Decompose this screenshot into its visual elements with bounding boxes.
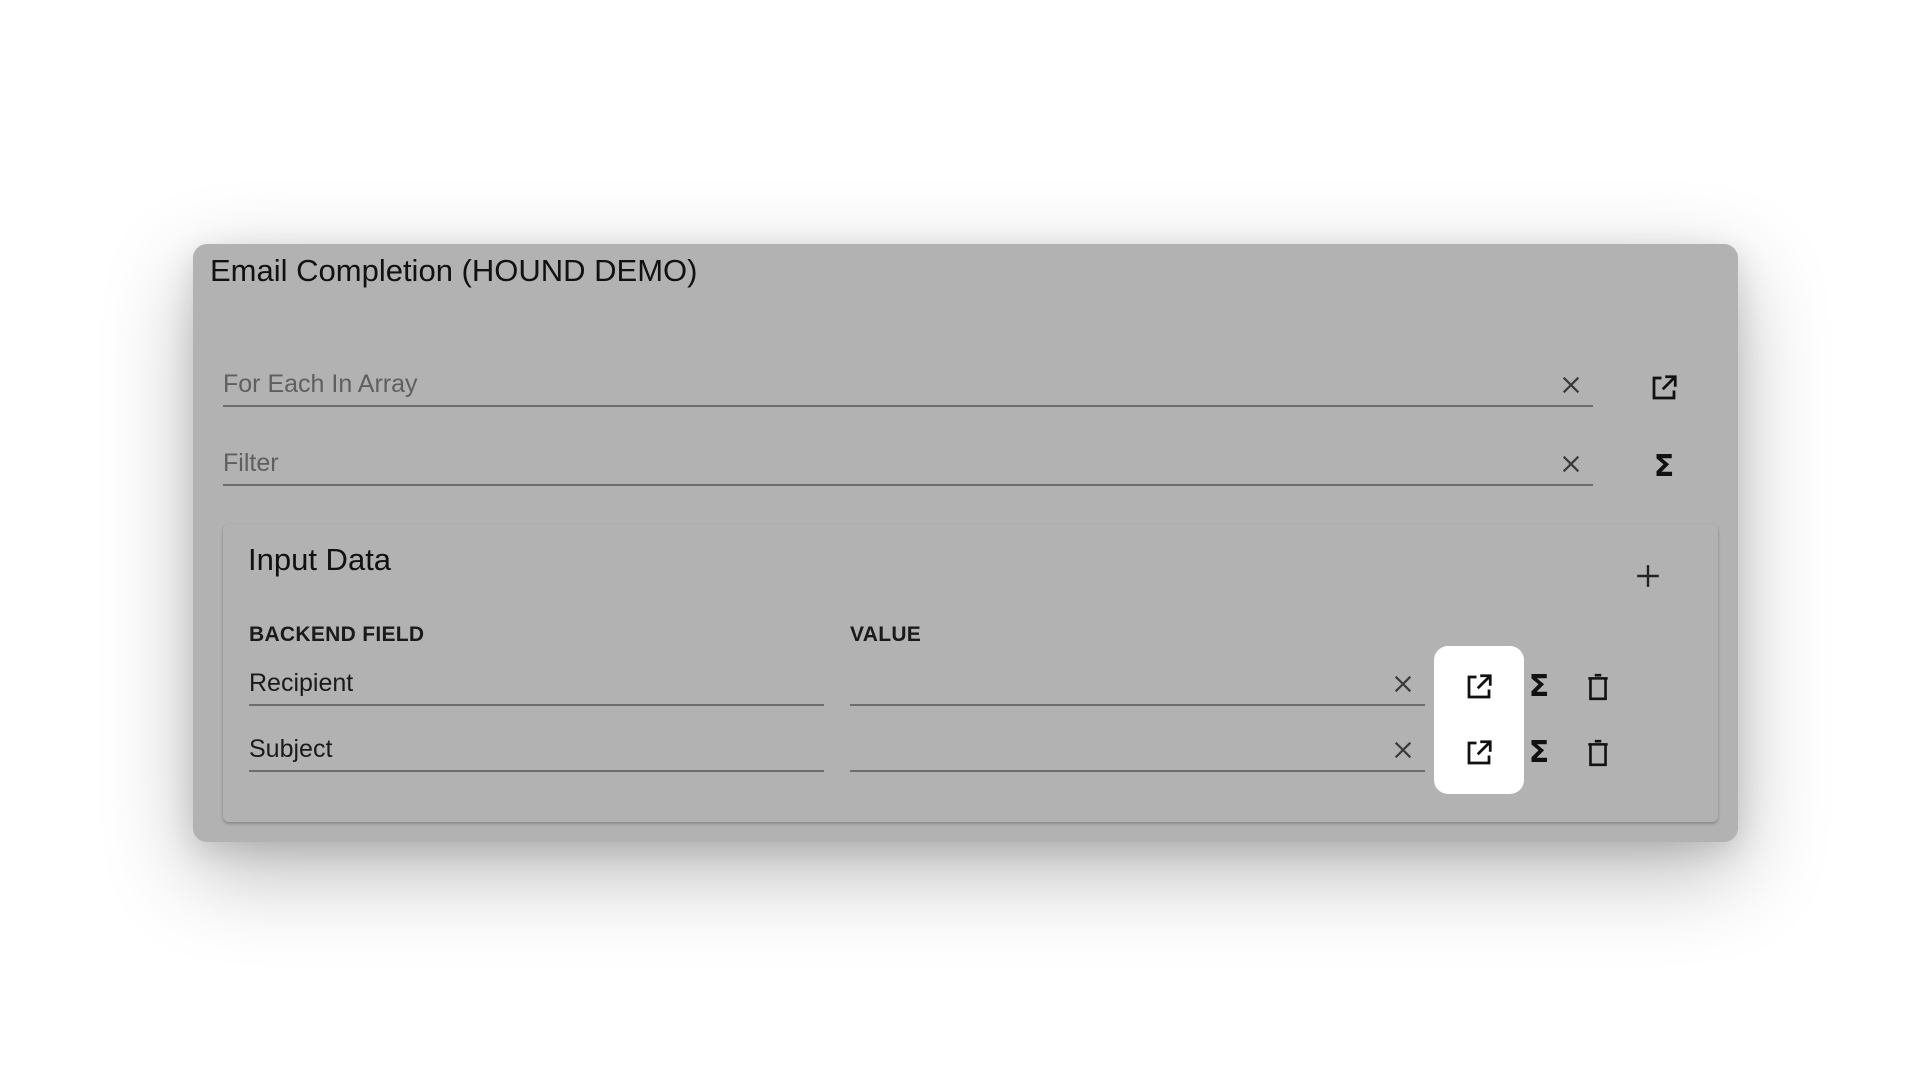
add-row-button[interactable] (1628, 556, 1668, 596)
trash-icon (1588, 673, 1608, 701)
row-open-button[interactable] (1459, 667, 1499, 707)
backend-field-value: Subject (249, 735, 333, 763)
row-open-button[interactable] (1459, 733, 1499, 773)
for-each-open-button[interactable] (1644, 368, 1684, 408)
trash-icon (1588, 739, 1608, 767)
close-icon (1394, 675, 1412, 693)
panel-title: Email Completion (HOUND DEMO) (210, 253, 698, 288)
value-column-header: VALUE (850, 623, 922, 646)
for-each-in-array-field[interactable]: For Each In Array (223, 365, 1593, 407)
clear-for-each-button[interactable] (1557, 371, 1585, 399)
sigma-icon: Σ (1528, 735, 1550, 770)
close-icon (1562, 455, 1580, 473)
clear-value-button[interactable] (1389, 736, 1417, 764)
value-input[interactable] (850, 730, 1425, 772)
for-each-placeholder: For Each In Array (223, 370, 418, 398)
clear-value-button[interactable] (1389, 670, 1417, 698)
open-in-new-icon (1652, 375, 1677, 400)
open-in-new-icon (1467, 740, 1492, 765)
row-delete-button[interactable] (1578, 733, 1618, 773)
sigma-icon: Σ (1528, 669, 1550, 704)
clear-filter-button[interactable] (1557, 450, 1585, 478)
filter-placeholder: Filter (223, 449, 279, 477)
screen: Email Completion (HOUND DEMO) For Each I… (0, 0, 1920, 1080)
row-formula-button[interactable]: Σ (1519, 667, 1559, 707)
backend-field-column-header: BACKEND FIELD (249, 623, 425, 646)
close-icon (1394, 741, 1412, 759)
input-data-title: Input Data (248, 542, 392, 577)
row-formula-button[interactable]: Σ (1519, 733, 1559, 773)
backend-field-input[interactable]: Subject (249, 730, 824, 772)
backend-field-value: Recipient (249, 669, 354, 697)
backend-field-input[interactable]: Recipient (249, 664, 824, 706)
plus-icon (1637, 565, 1659, 587)
filter-field[interactable]: Filter (223, 444, 1593, 486)
email-completion-panel: Email Completion (HOUND DEMO) For Each I… (193, 244, 1738, 842)
open-in-new-icon (1467, 674, 1492, 699)
row-delete-button[interactable] (1578, 667, 1618, 707)
value-input[interactable] (850, 664, 1425, 706)
close-icon (1562, 376, 1580, 394)
filter-formula-button[interactable]: Σ (1644, 447, 1684, 487)
sigma-icon: Σ (1653, 449, 1675, 484)
